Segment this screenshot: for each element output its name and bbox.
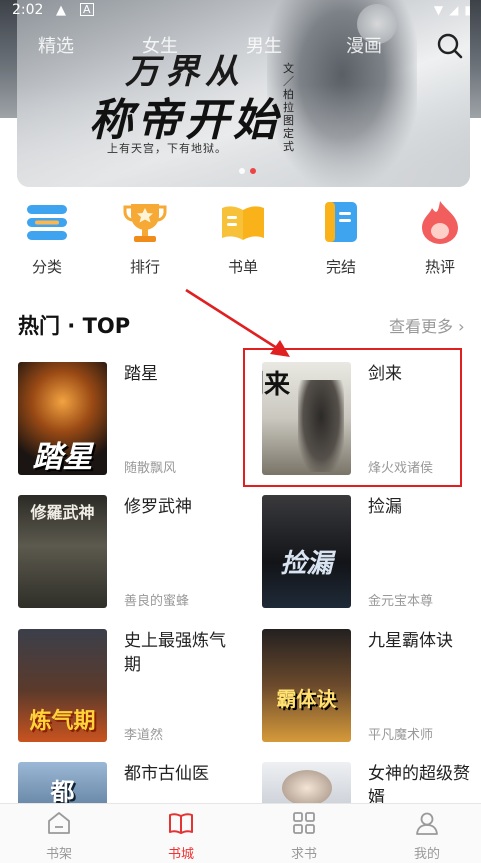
- user-icon: [416, 812, 438, 835]
- cover-title: 踏星: [32, 440, 93, 475]
- nav-bookshelf[interactable]: 书架: [19, 810, 99, 862]
- book-card[interactable]: 踏星 踏星 随散飘风: [18, 362, 238, 477]
- category-label: 分类: [31, 258, 62, 276]
- app-screen: 万界从 称帝开始 文／柏拉图定式 上有天宫，下有地狱。 2:02 ▲ A ▼ ◢…: [0, 0, 481, 863]
- book-card[interactable]: 炼气期 史上最强炼气期 李道然: [18, 629, 238, 744]
- category-classify[interactable]: 分类: [17, 198, 77, 277]
- wifi-icon: ▼: [433, 3, 444, 17]
- cover-title: 炼气期: [29, 708, 96, 734]
- status-time: 2:02: [12, 2, 44, 18]
- book-list-icon: [222, 206, 264, 240]
- carousel-dot-active[interactable]: [250, 168, 256, 174]
- bottom-nav: 书架 书城 求书 我的: [0, 803, 481, 863]
- book-card[interactable]: 捡漏 捡漏 金元宝本尊: [262, 495, 481, 610]
- category-row: 分类 排行 书单 完结 热评: [0, 198, 481, 282]
- notification-app-icon: ▲: [56, 3, 66, 18]
- book-cover: 霸体诀: [262, 629, 351, 742]
- nav-label: 求书: [290, 847, 317, 862]
- banner-author: 文／柏拉图定式: [283, 62, 294, 153]
- book-author: 李道然: [124, 728, 164, 743]
- carousel-indicator: [239, 168, 256, 174]
- banner-subtitle: 上有天宫，下有地狱。: [107, 142, 227, 155]
- book-title: 九星霸体诀: [368, 631, 453, 651]
- category-label: 书单: [227, 258, 258, 276]
- book-title: 捡漏: [368, 497, 402, 517]
- banner-title-line2: 称帝开始: [89, 95, 281, 146]
- category-finished[interactable]: 完结: [311, 198, 371, 277]
- category-booklist[interactable]: 书单: [213, 198, 273, 277]
- status-bar: 2:02 ▲ A ▼ ◢ ▮: [0, 0, 481, 22]
- nav-label: 书城: [167, 847, 194, 862]
- grid-icon: [293, 812, 315, 834]
- carousel-dot[interactable]: [239, 168, 245, 174]
- book-title: 修罗武神: [124, 497, 192, 517]
- pointer-arrow-icon: [185, 288, 290, 357]
- signal-icon: ◢: [449, 3, 459, 17]
- section-title: 热门 · TOP: [18, 314, 131, 338]
- category-label: 排行: [129, 258, 160, 276]
- see-more-link[interactable]: 查看更多 ›: [389, 313, 465, 337]
- book-title: 踏星: [124, 364, 158, 384]
- book-title: 都市古仙医: [124, 764, 209, 784]
- category-label: 完结: [325, 258, 356, 276]
- highlight-box: [243, 348, 462, 487]
- search-icon[interactable]: [436, 32, 464, 60]
- cover-title: 霸体诀: [276, 687, 337, 711]
- cover-character-art: [282, 770, 332, 806]
- book-author: 金元宝本尊: [368, 594, 434, 609]
- book-card[interactable]: 霸体诀 九星霸体诀 平凡魔术师: [262, 629, 481, 744]
- nav-profile[interactable]: 我的: [387, 810, 467, 862]
- nav-label: 书架: [45, 847, 72, 862]
- book-cover: 修羅武神: [18, 495, 107, 608]
- battery-icon: ▮: [464, 3, 471, 17]
- bookmark-icon: [325, 202, 357, 242]
- category-label: 热评: [424, 258, 455, 276]
- book-cover: 捡漏: [262, 495, 351, 608]
- cover-title: 修羅武神: [30, 503, 95, 522]
- nav-request[interactable]: 求书: [264, 810, 344, 862]
- open-book-icon: [169, 813, 193, 834]
- book-title: 史上最强炼气期: [124, 631, 226, 675]
- tab-comics[interactable]: 漫画: [346, 32, 382, 58]
- category-ranking[interactable]: 排行: [115, 198, 175, 277]
- trophy-icon: [123, 204, 167, 242]
- bookshelf-icon: [48, 812, 70, 834]
- cover-title: 都: [50, 777, 75, 806]
- tab-male[interactable]: 男生: [246, 32, 282, 58]
- nav-bookstore[interactable]: 书城: [141, 810, 221, 862]
- book-author: 善良的蜜蜂: [124, 594, 190, 609]
- notification-a-icon: A: [80, 3, 94, 16]
- book-cover: 炼气期: [18, 629, 107, 742]
- cover-title: 捡漏: [280, 549, 333, 579]
- book-cover: 踏星: [18, 362, 107, 475]
- category-hot-review[interactable]: 热评: [410, 198, 470, 277]
- flame-icon: [422, 201, 458, 244]
- book-author: 平凡魔术师: [368, 728, 434, 743]
- top-tab-bar: 精选 女生 男生 漫画: [0, 28, 481, 62]
- tab-featured[interactable]: 精选: [38, 32, 74, 58]
- tab-female[interactable]: 女生: [142, 32, 178, 58]
- list-icon: [27, 205, 67, 240]
- book-card[interactable]: 修羅武神 修罗武神 善良的蜜蜂: [18, 495, 238, 610]
- status-indicators: ▼ ◢ ▮: [434, 3, 471, 17]
- book-author: 随散飘风: [124, 461, 177, 476]
- nav-label: 我的: [413, 847, 440, 862]
